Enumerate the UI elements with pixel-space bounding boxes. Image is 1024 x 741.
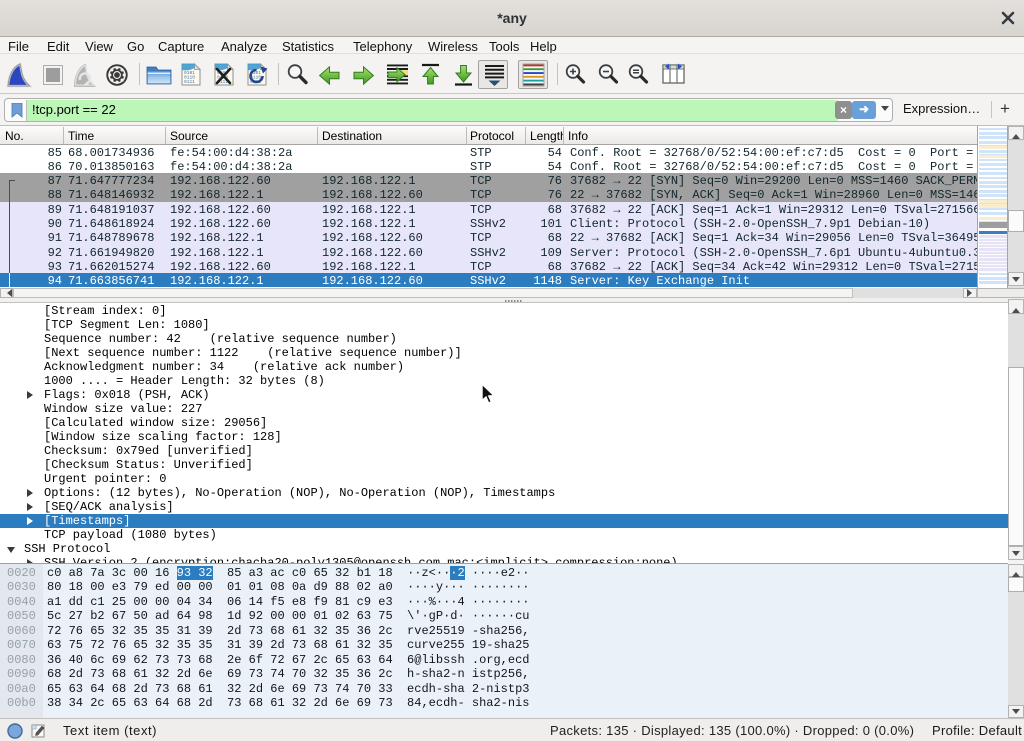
svg-text:0111: 0111 (184, 79, 195, 85)
